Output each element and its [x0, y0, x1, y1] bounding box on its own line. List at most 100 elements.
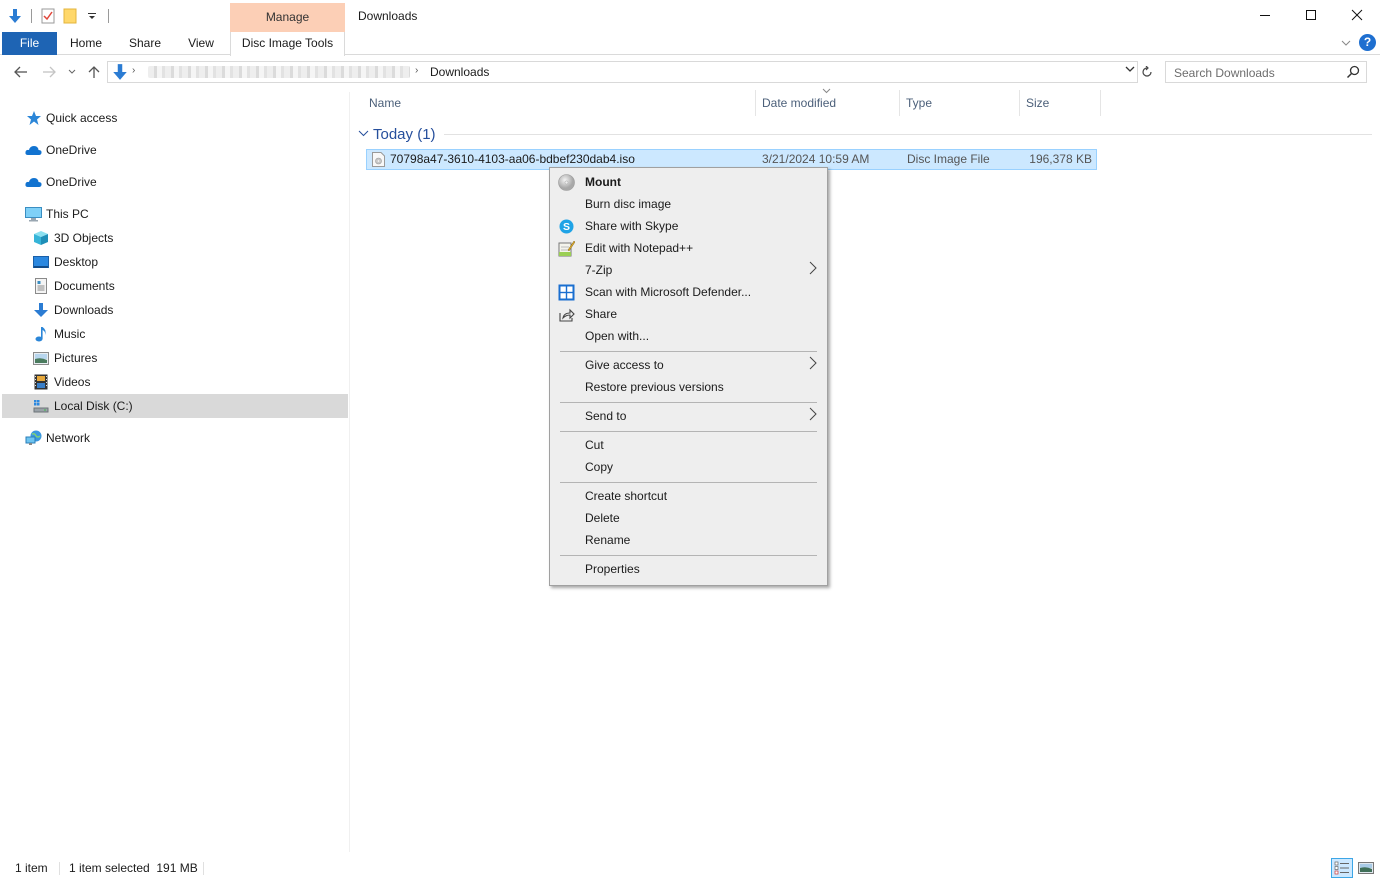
- ribbon-tabs: File Home Share View Disc Image Tools ?: [0, 32, 1380, 56]
- menu-item-label: Share: [585, 307, 618, 321]
- defender-icon: [558, 284, 575, 301]
- tab-file[interactable]: File: [2, 32, 57, 55]
- expand-ribbon-button[interactable]: [1341, 36, 1351, 50]
- breadcrumb-current-folder[interactable]: Downloads: [430, 65, 489, 79]
- menu-item-mount[interactable]: Mount: [552, 171, 825, 193]
- nav-item-pictures[interactable]: Pictures: [2, 346, 348, 370]
- context-menu: Mount Burn disc image S Share with Skype…: [549, 167, 828, 586]
- notepadpp-icon: [558, 240, 575, 257]
- menu-item-create-shortcut[interactable]: Create shortcut: [552, 485, 825, 507]
- chevron-down-icon: [1341, 40, 1351, 46]
- recent-locations-button[interactable]: [66, 62, 78, 82]
- drive-icon: [32, 397, 50, 415]
- item-count: 1 item: [15, 861, 48, 875]
- menu-separator: [560, 351, 817, 352]
- large-icons-view-button[interactable]: [1355, 858, 1377, 878]
- menu-item-burn-disc-image[interactable]: Burn disc image: [552, 193, 825, 215]
- submenu-chevron-icon: [809, 407, 817, 424]
- minimize-button[interactable]: [1242, 0, 1288, 30]
- downloads-arrow-icon[interactable]: [6, 7, 24, 25]
- menu-item-cut[interactable]: Cut: [552, 434, 825, 456]
- cloud-icon: [24, 173, 42, 191]
- nav-item-quick-access[interactable]: Quick access: [2, 106, 348, 130]
- file-name[interactable]: 70798a47-3610-4103-aa06-bdbef230dab4.iso: [390, 152, 635, 166]
- nav-item-downloads[interactable]: Downloads: [2, 298, 348, 322]
- menu-item-properties[interactable]: Properties: [552, 558, 825, 580]
- breadcrumb-obscured-path: [148, 66, 410, 78]
- search-input[interactable]: Search Downloads: [1174, 66, 1275, 80]
- menu-item-label: Mount: [585, 175, 621, 189]
- breadcrumb-chevron-icon[interactable]: ›: [415, 65, 418, 76]
- column-header-name[interactable]: Name: [363, 90, 756, 116]
- title-bar: Manage Downloads: [0, 0, 1380, 32]
- menu-item-delete[interactable]: Delete: [552, 507, 825, 529]
- column-header-type[interactable]: Type: [900, 90, 1020, 116]
- details-view-button[interactable]: [1331, 858, 1353, 878]
- menu-item-edit-with-notepadpp[interactable]: Edit with Notepad++: [552, 237, 825, 259]
- status-bar: 1 item 1 item selected 191 MB: [0, 856, 1380, 880]
- nav-item-documents[interactable]: Documents: [2, 274, 348, 298]
- customize-dropdown-icon[interactable]: [83, 7, 101, 25]
- nav-item-label: Music: [54, 327, 86, 341]
- nav-item-local-disk-c[interactable]: Local Disk (C:): [2, 394, 348, 418]
- up-button[interactable]: [86, 62, 102, 82]
- nav-item-onedrive-2[interactable]: OneDrive: [2, 170, 348, 194]
- menu-item-copy[interactable]: Copy: [552, 456, 825, 478]
- close-button[interactable]: [1334, 0, 1380, 30]
- menu-item-label: Edit with Notepad++: [585, 241, 694, 255]
- selection-info: 1 item selected 191 MB: [69, 861, 198, 875]
- back-button[interactable]: [12, 62, 30, 82]
- arrow-up-icon: [88, 66, 100, 78]
- search-box[interactable]: Search Downloads: [1165, 61, 1367, 83]
- forward-button[interactable]: [40, 62, 58, 82]
- nav-item-videos[interactable]: Videos: [2, 370, 348, 394]
- menu-item-send-to[interactable]: Send to: [552, 405, 825, 427]
- refresh-button[interactable]: [1137, 62, 1155, 82]
- maximize-button[interactable]: [1288, 0, 1334, 30]
- menu-separator: [560, 431, 817, 432]
- menu-item-restore-previous-versions[interactable]: Restore previous versions: [552, 376, 825, 398]
- help-icon[interactable]: ?: [1359, 34, 1376, 51]
- menu-item-open-with[interactable]: Open with...: [552, 325, 825, 347]
- nav-item-music[interactable]: Music: [2, 322, 348, 346]
- new-folder-icon[interactable]: [61, 7, 79, 25]
- group-label: Today (1): [373, 125, 436, 143]
- iso-file-icon: [372, 152, 385, 170]
- menu-item-rename[interactable]: Rename: [552, 529, 825, 551]
- breadcrumb-chevron-icon[interactable]: ›: [132, 65, 135, 76]
- menu-item-share-with-skype[interactable]: S Share with Skype: [552, 215, 825, 237]
- tab-share[interactable]: Share: [122, 32, 168, 55]
- download-icon: [32, 301, 50, 319]
- tab-disc-image-tools[interactable]: Disc Image Tools: [230, 32, 345, 56]
- music-icon: [32, 325, 50, 343]
- nav-item-onedrive[interactable]: OneDrive: [2, 138, 348, 162]
- menu-item-label: Burn disc image: [585, 197, 672, 211]
- tab-home[interactable]: Home: [60, 32, 112, 55]
- column-header-size[interactable]: Size: [1020, 90, 1101, 116]
- menu-item-label: Open with...: [585, 329, 650, 343]
- menu-item-share[interactable]: Share: [552, 303, 825, 325]
- nav-item-this-pc[interactable]: This PC: [2, 202, 348, 226]
- address-bar[interactable]: › › Downloads: [107, 61, 1138, 83]
- svg-text:S: S: [563, 221, 570, 233]
- search-icon[interactable]: [1346, 65, 1360, 82]
- desktop-icon: [32, 253, 50, 271]
- tab-view[interactable]: View: [180, 32, 222, 55]
- nav-item-network[interactable]: Network: [2, 426, 348, 450]
- collapse-group-icon[interactable]: [358, 128, 369, 140]
- qat-separator: [108, 9, 109, 23]
- menu-item-7zip[interactable]: 7-Zip: [552, 259, 825, 281]
- nav-item-desktop[interactable]: Desktop: [2, 250, 348, 274]
- menu-item-scan-with-defender[interactable]: Scan with Microsoft Defender...: [552, 281, 825, 303]
- navigation-pane: Quick access OneDrive OneDrive This PC 3…: [0, 92, 350, 852]
- menu-item-label: Scan with Microsoft Defender...: [585, 285, 752, 299]
- group-header-today[interactable]: Today (1): [358, 124, 1372, 144]
- nav-item-label: Desktop: [54, 255, 99, 269]
- network-icon: [24, 429, 42, 447]
- address-history-dropdown[interactable]: [1125, 64, 1135, 76]
- menu-item-give-access-to[interactable]: Give access to: [552, 354, 825, 376]
- properties-icon[interactable]: [39, 7, 57, 25]
- cloud-icon: [24, 141, 42, 159]
- nav-item-3d-objects[interactable]: 3D Objects: [2, 226, 348, 250]
- nav-item-label: Pictures: [54, 351, 98, 365]
